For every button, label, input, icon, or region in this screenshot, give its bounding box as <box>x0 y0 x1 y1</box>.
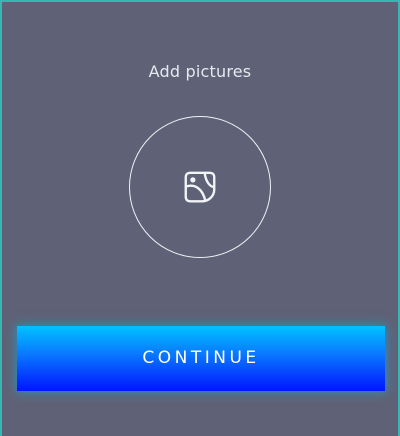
continue-button[interactable]: CONTINUE <box>17 326 385 391</box>
image-placeholder-icon <box>181 168 219 206</box>
screen: Add pictures CONTINUE <box>0 0 400 436</box>
add-picture-button[interactable] <box>129 116 271 258</box>
page-title: Add pictures <box>148 62 252 81</box>
